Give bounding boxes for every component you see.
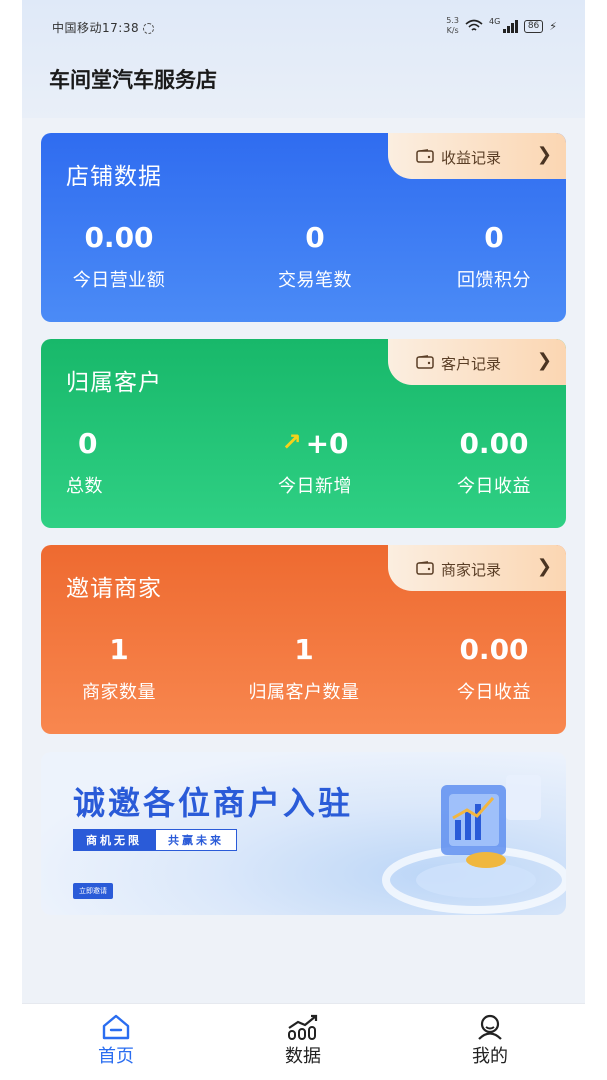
invite-now-button[interactable]: 立即邀请: [73, 883, 113, 899]
chart-illustration-icon: [382, 775, 566, 914]
merchant-customer-count-stat: 1 归属客户数量: [231, 633, 377, 704]
merchant-record-button[interactable]: 商家记录 ❯: [388, 545, 566, 591]
sync-icon: [143, 23, 155, 34]
today-new-stat: ↗ +0 今日新增: [252, 427, 378, 498]
tab-home[interactable]: 首页: [76, 1014, 156, 1068]
network-type: 4G: [489, 16, 501, 26]
status-carrier-time: 中国移动17:38: [52, 19, 155, 36]
customer-income-label: 今日收益: [457, 476, 531, 497]
today-revenue-label: 今日营业额: [72, 270, 166, 291]
tab-data-label: 数据: [285, 1046, 321, 1067]
merchant-income-value: 0.00: [459, 633, 529, 666]
trend-up-icon: ↗: [281, 428, 302, 456]
customer-record-label: 客户记录: [441, 355, 502, 373]
invite-banner[interactable]: 诚邀各位商户入驻 商机无限 共赢未来 立即邀请: [41, 752, 566, 915]
today-new-label: 今日新增: [278, 476, 352, 497]
merchant-count-stat: 1 商家数量: [63, 633, 175, 704]
store-card-title: 店铺数据: [66, 164, 162, 190]
customer-total-value: 0: [78, 427, 98, 460]
store-data-card: 店铺数据 收益记录 ❯ 0.00 今日营业额 0 交易笔数 0 回馈积分: [41, 133, 566, 322]
customers-card-title: 归属客户: [66, 370, 162, 396]
customer-total-label: 总数: [66, 476, 103, 497]
merchant-customer-count-value: 1: [294, 633, 314, 666]
battery-level: 86: [527, 20, 540, 31]
income-record-label: 收益记录: [441, 149, 502, 167]
banner-slogan-right: 共赢未来: [155, 829, 237, 851]
battery-icon: 86: [523, 19, 544, 33]
chevron-right-icon: ❯: [536, 350, 552, 371]
charging-icon: ⚡: [549, 19, 557, 33]
reward-points-stat: 0 回馈积分: [444, 221, 544, 292]
today-new-value: +0: [305, 427, 349, 460]
customer-total-stat: 0 总数: [66, 427, 176, 498]
speed-unit: K/s: [446, 26, 459, 35]
banner-slogans: 商机无限 共赢未来: [73, 829, 237, 851]
customer-income-stat: 0.00 今日收益: [444, 427, 544, 498]
tab-home-label: 首页: [98, 1046, 134, 1067]
banner-title: 诚邀各位商户入驻: [73, 784, 354, 822]
page-title: 车间堂汽车服务店: [49, 68, 217, 92]
tab-me-label: 我的: [472, 1046, 508, 1067]
merchant-income-label: 今日收益: [457, 682, 531, 703]
carrier-time-text: 中国移动17:38: [52, 21, 140, 35]
status-bar: 中国移动17:38 5.3 K/s 4G 86 ⚡: [22, 14, 585, 40]
today-new-value-row: ↗ +0: [252, 427, 378, 460]
wallet-icon: [416, 561, 434, 575]
banner-slogan-left: 商机无限: [73, 829, 155, 851]
reward-points-label: 回馈积分: [457, 270, 531, 291]
chevron-right-icon: ❯: [536, 144, 552, 165]
header-area: 中国移动17:38 5.3 K/s 4G 86 ⚡ 车间堂汽车服务店: [22, 0, 585, 118]
today-revenue-value: 0.00: [84, 221, 154, 254]
merchant-income-stat: 0.00 今日收益: [444, 633, 544, 704]
network-speed: 5.3 K/s: [446, 16, 459, 36]
speed-value: 5.3: [446, 16, 460, 25]
reward-points-value: 0: [484, 221, 504, 254]
transaction-count-label: 交易笔数: [278, 270, 352, 291]
today-revenue-stat: 0.00 今日营业额: [63, 221, 175, 292]
transaction-count-stat: 0 交易笔数: [252, 221, 378, 292]
tab-data[interactable]: 数据: [263, 1014, 343, 1068]
phone-screen: 中国移动17:38 5.3 K/s 4G 86 ⚡ 车间堂汽车服务店 店铺数据 …: [22, 0, 585, 1080]
wallet-icon: [416, 149, 434, 163]
merchants-card-title: 邀请商家: [66, 576, 162, 602]
wifi-icon: [465, 19, 483, 31]
merchant-count-label: 商家数量: [82, 682, 156, 703]
customers-card: 归属客户 客户记录 ❯ 0 总数 ↗ +0 今日新增 0.00 今日收益: [41, 339, 566, 528]
home-icon: [102, 1014, 130, 1040]
merchant-customer-count-label: 归属客户数量: [248, 682, 360, 703]
merchant-count-value: 1: [109, 633, 129, 666]
income-record-button[interactable]: 收益记录 ❯: [388, 133, 566, 179]
wallet-icon: [416, 355, 434, 369]
invite-merchants-card: 邀请商家 商家记录 ❯ 1 商家数量 1 归属客户数量 0.00 今日收益: [41, 545, 566, 734]
transaction-count-value: 0: [305, 221, 325, 254]
customer-income-value: 0.00: [459, 427, 529, 460]
merchant-record-label: 商家记录: [441, 561, 502, 579]
user-icon: [478, 1014, 502, 1040]
signal-icon: [503, 19, 518, 33]
tab-me[interactable]: 我的: [450, 1014, 530, 1068]
chart-icon: [288, 1014, 318, 1040]
status-indicators: 5.3 K/s 4G 86 ⚡: [446, 16, 557, 36]
chevron-right-icon: ❯: [536, 556, 552, 577]
bottom-tab-bar: 首页 数据 我的: [22, 1003, 585, 1080]
customer-record-button[interactable]: 客户记录 ❯: [388, 339, 566, 385]
